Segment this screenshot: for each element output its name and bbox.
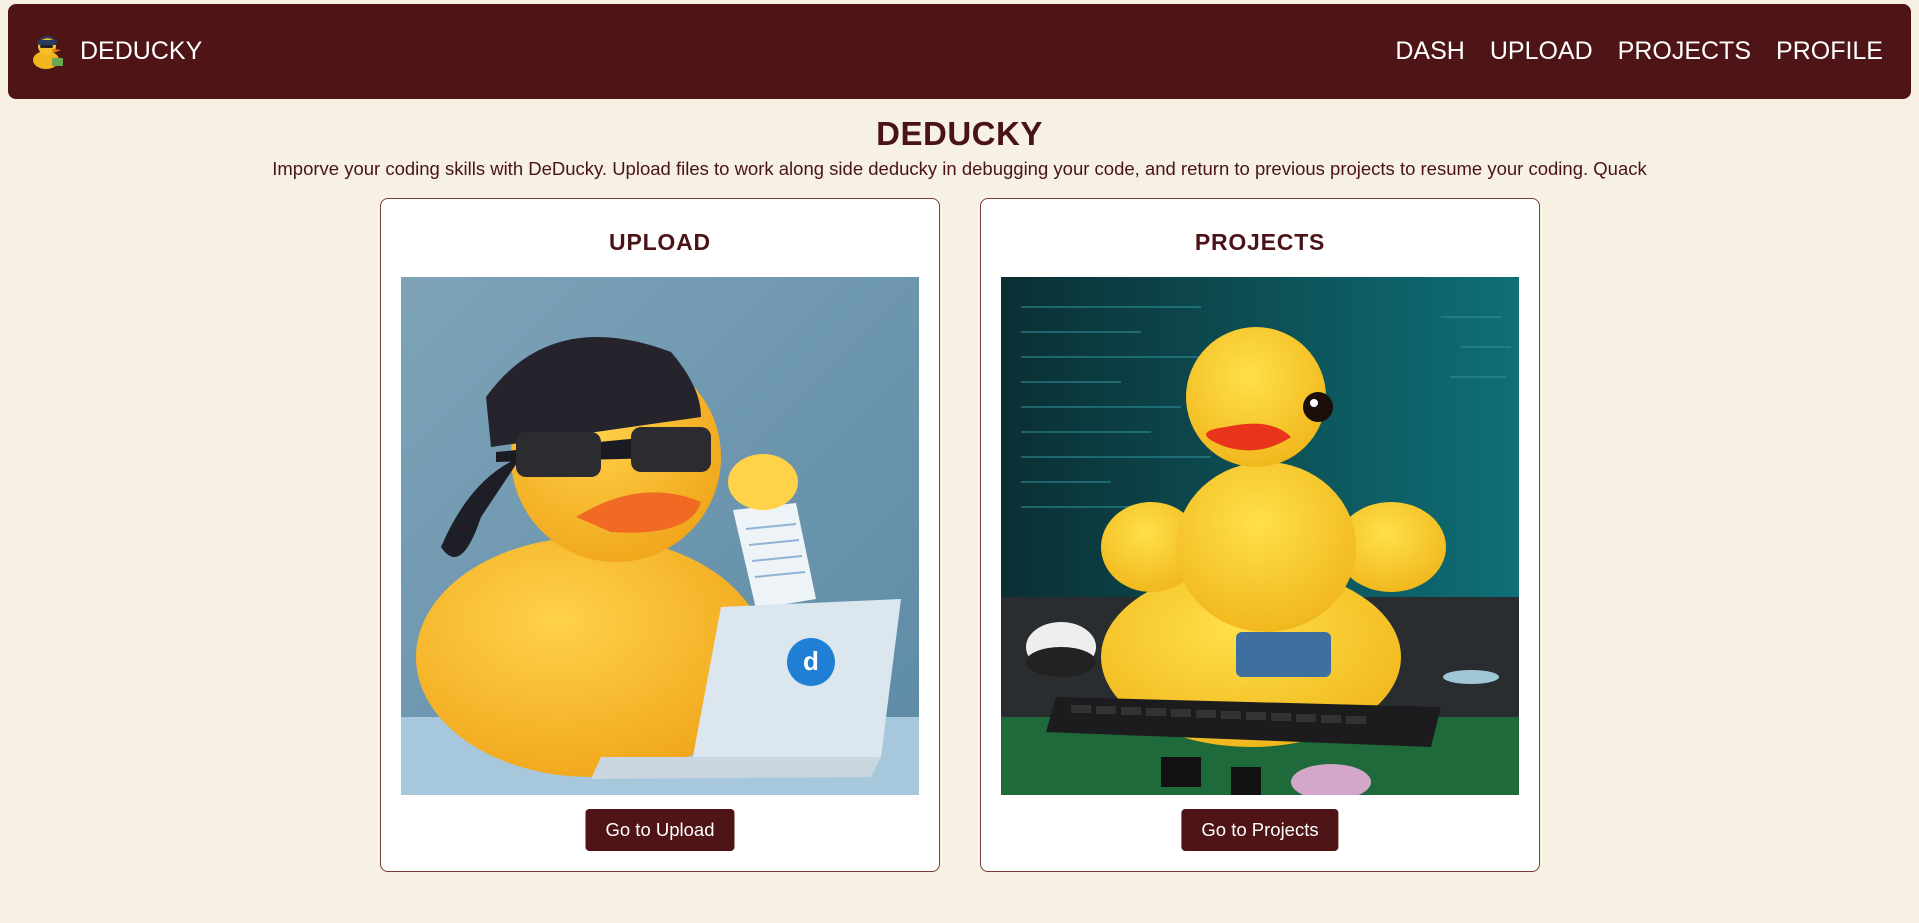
go-to-projects-button[interactable]: Go to Projects [1181,809,1339,851]
upload-card: UPLOAD d Go to Upload [380,198,940,872]
brand[interactable]: DEDUCKY [28,32,202,72]
page-title: DEDUCKY [876,115,1043,152]
projects-image [1001,277,1519,795]
upload-image: d [401,277,919,795]
cool-duck-logo-icon [33,35,63,69]
top-navbar: DEDUCKY DASH UPLOAD PROJECTS PROFILE [8,4,1911,99]
hero-section: DEDUCKY Imporve your coding skills with … [0,115,1919,180]
upload-card-title: UPLOAD [609,229,711,255]
svg-text:d: d [803,646,819,676]
nav-link-projects[interactable]: PROJECTS [1618,37,1751,66]
nav-link-profile[interactable]: PROFILE [1776,37,1883,66]
projects-card-title: PROJECTS [1194,229,1326,255]
page-description: Imporve your coding skills with DeDucky.… [272,158,1647,179]
nav-link-upload[interactable]: UPLOAD [1490,37,1593,66]
brand-name: DEDUCKY [80,37,203,65]
nav-link-dash[interactable]: DASH [1395,37,1464,66]
nav-links: DASH UPLOAD PROJECTS PROFILE [1395,37,1883,66]
muscular-duck-keyboard-image [1001,277,1519,795]
projects-card: PROJECTS Go to Projects [980,198,1540,872]
go-to-upload-button[interactable]: Go to Upload [585,809,735,851]
duck-with-laptop-image: d [401,277,919,795]
